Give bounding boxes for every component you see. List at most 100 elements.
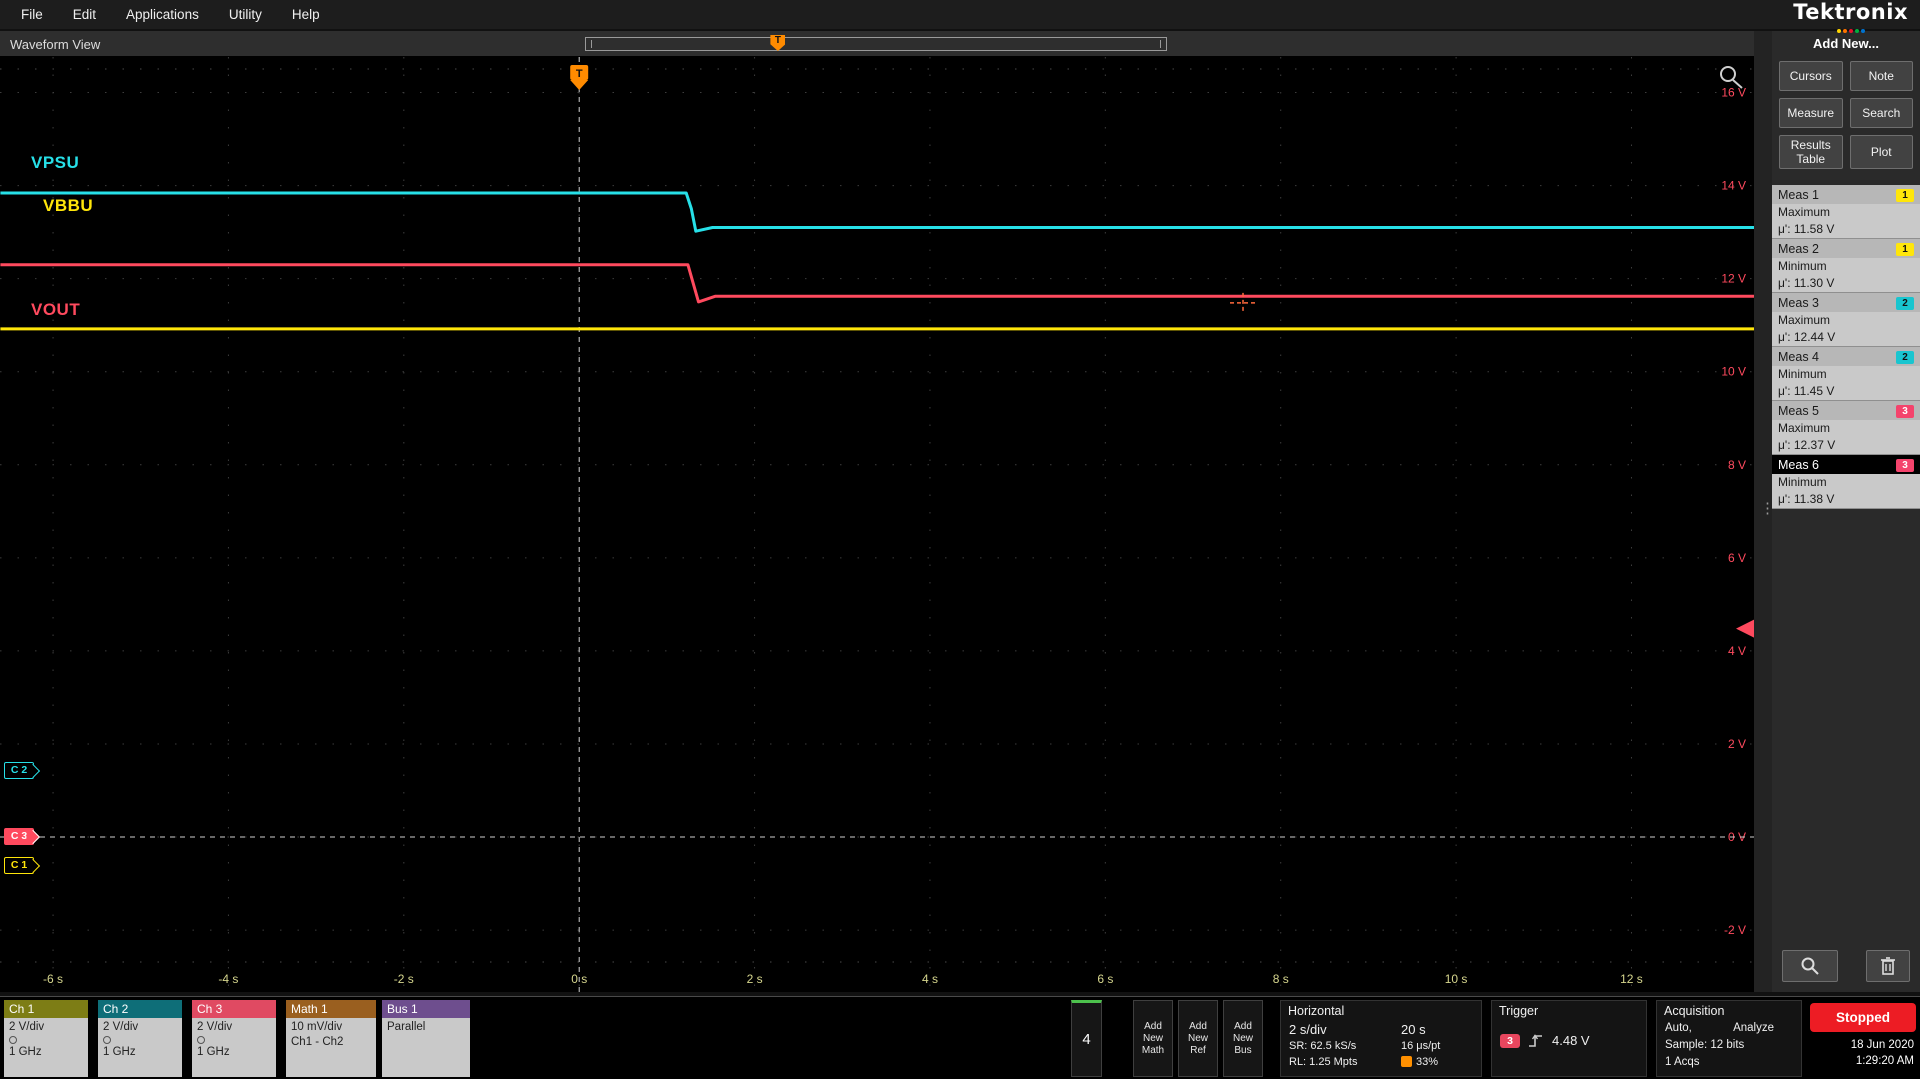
menu-item-utility[interactable]: Utility bbox=[214, 2, 277, 27]
source-channel-badge: 2 bbox=[1896, 297, 1914, 310]
measurement-meas-6[interactable]: Meas 63Minimumμ': 11.38 V bbox=[1772, 455, 1920, 509]
y-axis-label: 6 V bbox=[1728, 551, 1746, 565]
horizontal-panel[interactable]: Horizontal 2 s/div SR: 62.5 kS/s RL: 1.2… bbox=[1280, 1000, 1482, 1077]
channel-name: Math 1 bbox=[286, 1000, 376, 1018]
channel-name: Ch 2 bbox=[98, 1000, 182, 1018]
sidebar-button-measure[interactable]: Measure bbox=[1779, 98, 1843, 128]
trigger-panel[interactable]: Trigger 3 4.48 V bbox=[1491, 1000, 1647, 1077]
measurement-meas-1[interactable]: Meas 11Maximumμ': 11.58 V bbox=[1772, 185, 1920, 239]
horizontal-title: Horizontal bbox=[1281, 1001, 1481, 1019]
trace-label-vbbu: VBBU bbox=[43, 196, 93, 216]
channel-name: Ch 1 bbox=[4, 1000, 88, 1018]
trash-button[interactable] bbox=[1866, 950, 1910, 982]
measurement-meas-4[interactable]: Meas 42Minimumμ': 11.45 V bbox=[1772, 347, 1920, 401]
measurement-header: Meas 63 bbox=[1772, 455, 1920, 474]
x-axis-label: 6 s bbox=[1097, 972, 1113, 986]
record-length: RL: 1.25 Mpts bbox=[1289, 1054, 1357, 1070]
trace-vpsu[interactable] bbox=[0, 193, 1754, 231]
source-channel-badge: 3 bbox=[1896, 405, 1914, 418]
sample-rate: SR: 62.5 kS/s bbox=[1289, 1038, 1357, 1054]
button-add-new-bus[interactable]: Add New Bus bbox=[1223, 1000, 1263, 1077]
source-channel-badge: 1 bbox=[1896, 243, 1914, 256]
trace-vout[interactable] bbox=[0, 265, 1754, 302]
measurement-name: Meas 5 bbox=[1778, 404, 1819, 418]
run-stop-status-button[interactable]: Stopped bbox=[1810, 1003, 1916, 1032]
channel-name: Bus 1 bbox=[382, 1000, 470, 1018]
acquisition-panel[interactable]: Acquisition Auto, Analyze Sample: 12 bit… bbox=[1656, 1000, 1802, 1077]
source-channel-badge: 2 bbox=[1896, 351, 1914, 364]
logo-dot bbox=[1837, 29, 1841, 33]
y-axis-label: 2 V bbox=[1728, 737, 1746, 751]
sidebar-button-search[interactable]: Search bbox=[1850, 98, 1914, 128]
measurement-type: Maximum bbox=[1772, 312, 1920, 329]
channel-badge-ch-2[interactable]: Ch 22 V/div1 GHz bbox=[98, 1000, 182, 1077]
sidebar-button-results-table[interactable]: Results Table bbox=[1779, 135, 1843, 169]
menu-item-edit[interactable]: Edit bbox=[58, 2, 111, 27]
measurement-meas-5[interactable]: Meas 53Maximumμ': 12.37 V bbox=[1772, 401, 1920, 455]
probe-icon bbox=[103, 1036, 111, 1044]
channel-settings: 2 V/div1 GHz bbox=[98, 1018, 182, 1077]
measurement-type: Minimum bbox=[1772, 474, 1920, 491]
sidebar-button-cursors[interactable]: Cursors bbox=[1779, 61, 1843, 91]
menu-item-applications[interactable]: Applications bbox=[111, 2, 214, 27]
datetime: 18 Jun 2020 1:29:20 AM bbox=[1851, 1037, 1914, 1069]
channel-bandwidth: 1 GHz bbox=[197, 1045, 271, 1060]
measurement-type: Maximum bbox=[1772, 420, 1920, 437]
zoom-results-button[interactable] bbox=[1782, 950, 1838, 982]
trace-label-vpsu: VPSU bbox=[31, 153, 79, 173]
panel-resize-handle[interactable]: ⋮ bbox=[1754, 31, 1772, 992]
horizontal-left-column: 2 s/div SR: 62.5 kS/s RL: 1.25 Mpts bbox=[1289, 1022, 1357, 1070]
tektronix-logo: Tektronix bbox=[1793, 0, 1908, 38]
x-axis-label: -6 s bbox=[43, 972, 63, 986]
trash-icon bbox=[1880, 956, 1896, 976]
measurement-header: Meas 2 1 bbox=[1772, 239, 1920, 258]
time-label: 1:29:20 AM bbox=[1851, 1053, 1914, 1069]
svg-text:T: T bbox=[576, 68, 583, 80]
time-resolution: 16 μs/pt bbox=[1401, 1038, 1440, 1054]
waveform-canvas[interactable]: -6 s-4 s-2 s0 s2 s4 s6 s8 s10 s12 s16 V1… bbox=[0, 57, 1754, 992]
bottom-bar: 4 Horizontal 2 s/div SR: 62.5 kS/s RL: 1… bbox=[0, 996, 1920, 1079]
trigger-marker[interactable]: T bbox=[570, 65, 588, 90]
channel-scale: 10 mV/div bbox=[291, 1020, 371, 1035]
measurement-header: Meas 32 bbox=[1772, 293, 1920, 312]
channel-badge-bus-1[interactable]: Bus 1Parallel bbox=[382, 1000, 470, 1077]
channel-flag-c-3[interactable]: C 3 bbox=[4, 828, 34, 845]
channel-flag-c-2[interactable]: C 2 bbox=[4, 762, 34, 779]
channel-flag-c-1[interactable]: C 1 bbox=[4, 857, 34, 874]
channel-bandwidth: 1 GHz bbox=[103, 1045, 177, 1060]
channel-settings: 2 V/div1 GHz bbox=[192, 1018, 276, 1077]
acquisition-count: 1 Acqs bbox=[1665, 1056, 1700, 1068]
logo-dot bbox=[1849, 29, 1853, 33]
position-row: 33% bbox=[1401, 1054, 1440, 1070]
sidebar-button-note[interactable]: Note bbox=[1850, 61, 1914, 91]
measurement-meas-3[interactable]: Meas 32Maximumμ': 12.44 V bbox=[1772, 293, 1920, 347]
button-add-new-math[interactable]: Add New Math bbox=[1133, 1000, 1173, 1077]
measurement-name: Meas 1 bbox=[1778, 188, 1819, 202]
sidebar-button-plot[interactable]: Plot bbox=[1850, 135, 1914, 169]
measurement-value: μ': 12.44 V bbox=[1772, 329, 1920, 346]
measurement-list: Meas 11Maximumμ': 11.58 VMeas 21Minimumμ… bbox=[1772, 185, 1920, 509]
pan-trigger-marker[interactable]: T bbox=[770, 35, 785, 51]
trigger-level-arrow[interactable] bbox=[1736, 620, 1754, 638]
channel-settings: Parallel bbox=[382, 1018, 470, 1077]
menu-item-help[interactable]: Help bbox=[277, 2, 335, 27]
button-add-new-ref[interactable]: Add New Ref bbox=[1178, 1000, 1218, 1077]
measurement-name: Meas 2 bbox=[1778, 242, 1819, 256]
y-axis-label: -2 V bbox=[1724, 923, 1746, 937]
horizontal-position-icon bbox=[1401, 1056, 1412, 1067]
badge-scroll-button[interactable]: 4 bbox=[1071, 1000, 1102, 1077]
trigger-source-badge: 3 bbox=[1500, 1034, 1520, 1048]
waveform-display[interactable]: -6 s-4 s-2 s0 s2 s4 s6 s8 s10 s12 s16 V1… bbox=[0, 57, 1754, 992]
acquisition-mode: Auto, bbox=[1665, 1022, 1692, 1034]
source-channel-badge: 1 bbox=[1896, 189, 1914, 202]
x-axis-label: 2 s bbox=[747, 972, 763, 986]
menu-item-file[interactable]: File bbox=[6, 2, 58, 27]
channel-badge-ch-3[interactable]: Ch 32 V/div1 GHz bbox=[192, 1000, 276, 1077]
record-pan-slider[interactable]: T bbox=[585, 37, 1167, 51]
channel-badge-math-1[interactable]: Math 110 mV/divCh1 - Ch2 bbox=[286, 1000, 376, 1077]
measurement-value: μ': 11.38 V bbox=[1772, 491, 1920, 508]
measurement-meas-2[interactable]: Meas 21Minimumμ': 11.30 V bbox=[1772, 239, 1920, 293]
x-axis-label: -2 s bbox=[394, 972, 414, 986]
channel-badge-ch-1[interactable]: Ch 12 V/div1 GHz bbox=[4, 1000, 88, 1077]
x-axis-label: 8 s bbox=[1273, 972, 1289, 986]
